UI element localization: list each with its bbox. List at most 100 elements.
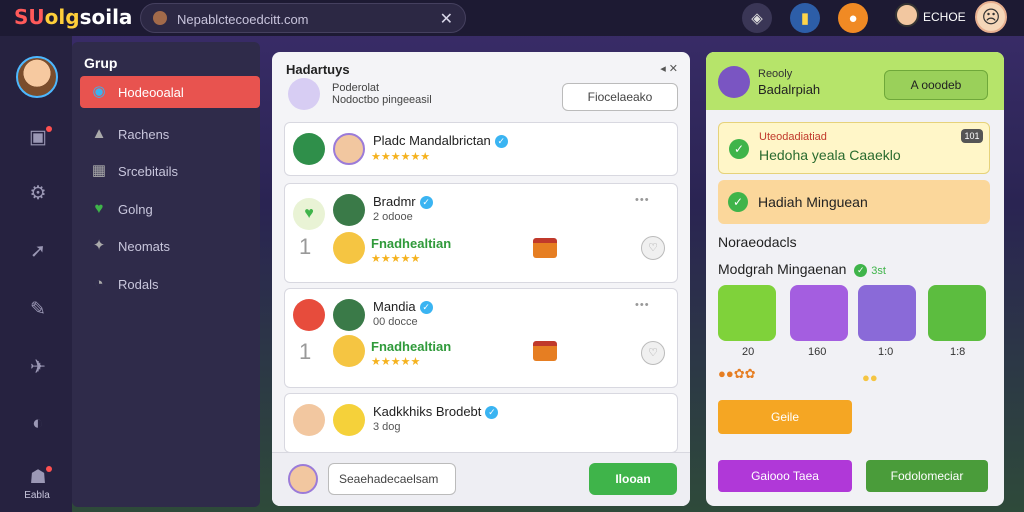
search-bar[interactable]: ✕ — [140, 3, 466, 33]
list-item[interactable]: Mandia ✓ 00 docce ••• 1 Fnadhealtian ★★★★… — [284, 288, 678, 388]
sidebar-item-srcebitails[interactable]: ▦ Srcebitails — [80, 155, 260, 187]
section-subtitle: Modgrah Mingaenan ✓ 3st — [718, 261, 886, 277]
gauge-icon: ◔ — [94, 275, 104, 292]
reward-tile[interactable] — [858, 285, 916, 341]
avatar — [333, 133, 365, 165]
panel-controls[interactable]: ◂ ✕ — [660, 62, 678, 75]
avatar — [333, 299, 365, 331]
globe-icon[interactable]: ◐ — [26, 412, 50, 436]
avatar — [293, 404, 325, 436]
send-button[interactable]: Ilooan — [589, 463, 677, 495]
group-panel: Hadartuys ◂ ✕ Poderolat Nodoctbo pingeea… — [272, 52, 690, 506]
satellite-icon[interactable]: ✈ — [26, 356, 50, 380]
avatar — [288, 78, 320, 110]
weekly-reward-card[interactable]: ✓ Hadiah Minguean — [718, 180, 990, 224]
claim-button[interactable]: Geile — [718, 400, 852, 434]
heart-icon: ♥ — [94, 200, 104, 217]
panel-subtitle: Poderolat — [332, 82, 380, 94]
sidebar-item-hodeooalal[interactable]: ◉ Hodeooalal — [80, 76, 260, 108]
panel-footer: Ilooan — [272, 452, 690, 506]
search-icon — [153, 11, 167, 25]
notification-dot — [46, 466, 52, 472]
group-title: Grup — [84, 55, 118, 71]
tile-label: 1:8 — [950, 346, 966, 358]
invite-button[interactable]: Gaiooo Taea — [718, 460, 852, 492]
rewards-header: Reooly Badalrpiah A ooodeb — [706, 52, 1004, 110]
triangle-icon: ▲ — [91, 125, 107, 142]
reward-title: Hadiah Minguean — [758, 194, 868, 210]
search-input[interactable] — [177, 9, 427, 29]
sidebar-item-rachens[interactable]: ▲ Rachens — [80, 118, 260, 150]
avatar — [288, 464, 318, 494]
username: ECHOE — [923, 10, 966, 24]
member-name: Kadkkhiks Brodebt ✓ — [373, 404, 499, 420]
bear-icon[interactable]: ● — [838, 3, 868, 33]
avatar — [718, 66, 750, 98]
rating-stars: ★★★★★ — [371, 253, 421, 265]
tile-label: 160 — [808, 346, 827, 358]
avatar — [333, 194, 365, 226]
daily-reward-card[interactable]: ✓ Uteodadiatiad Hedoha yeala Caaeklo 101 — [718, 122, 990, 174]
entry-name: Fnadhealtian — [371, 339, 452, 354]
verified-icon: ✓ — [419, 196, 433, 210]
sad-face-icon[interactable]: ☹ — [975, 1, 1007, 33]
verified-icon: ✓ — [485, 406, 499, 420]
member-name: Bradmr ✓ — [373, 194, 433, 210]
rewards-panel: Reooly Badalrpiah A ooodeb ✓ Uteodadiati… — [706, 52, 1004, 506]
more-icon[interactable]: ••• — [635, 299, 650, 311]
message-input[interactable] — [328, 463, 456, 495]
list-item[interactable]: Pladc Mandalbrictan ✓ ★★★★★★ — [284, 122, 678, 176]
avatar — [333, 232, 365, 264]
close-icon[interactable]: ✕ — [440, 9, 453, 29]
member-meta: 3 dog — [373, 421, 401, 433]
rating-stars: ★★★★★ — [371, 356, 421, 368]
grid-icon: ▦ — [91, 162, 107, 179]
reward-tile[interactable] — [718, 285, 776, 341]
avatar — [333, 404, 365, 436]
avatar[interactable] — [895, 3, 919, 27]
reward-title: Hedoha yeala Caaeklo — [759, 147, 901, 163]
header-subtitle: Reooly — [758, 68, 793, 80]
panel-title: Hadartuys — [286, 62, 350, 77]
check-icon: ✓ — [854, 263, 868, 277]
rating-stars: ★★★★★★ — [371, 151, 431, 163]
app-logo[interactable]: SUolgsoila — [14, 5, 132, 29]
like-icon[interactable]: ♡ — [641, 236, 665, 260]
reward-tile[interactable] — [790, 285, 848, 341]
shield-icon[interactable]: ◈ — [742, 3, 772, 33]
rank-icon: 1 — [299, 234, 312, 259]
chest-icon[interactable] — [533, 238, 557, 258]
share-icon[interactable]: ➚ — [26, 240, 50, 264]
header-action-button[interactable]: A ooodeb — [884, 70, 988, 100]
member-name: Mandia ✓ — [373, 299, 433, 315]
confirm-button[interactable]: Fodolomeciar — [866, 460, 988, 492]
more-icon[interactable]: ••• — [635, 194, 650, 206]
member-meta: 00 docce — [373, 316, 418, 328]
gear-icon[interactable]: ⚙ — [26, 182, 50, 206]
reward-subtitle: Uteodadiatiad — [759, 131, 827, 143]
tool-icon[interactable]: ✎ — [26, 298, 50, 322]
chest-icon[interactable] — [533, 341, 557, 361]
header-title: Badalrpiah — [758, 82, 821, 97]
avatar[interactable] — [16, 56, 58, 98]
like-icon[interactable]: ♡ — [641, 341, 665, 365]
tools-icon: ✦ — [92, 237, 106, 254]
sidebar-item-golng[interactable]: ♥ Golng — [80, 193, 260, 225]
member-meta: 2 odooe — [373, 211, 413, 223]
badge: 101 — [961, 129, 983, 143]
left-rail: ▣ ⚙ ➚ ✎ ✈ ◐ ☗ Eabla — [0, 36, 72, 512]
chat-icon: ◉ — [92, 83, 106, 100]
notification-dot — [46, 126, 52, 132]
list-item[interactable]: Kadkkhiks Brodebt ✓ 3 dog — [284, 393, 678, 453]
verified-icon: ✓ — [494, 135, 508, 149]
sidebar-item-neomats[interactable]: ✦ Neomats — [80, 230, 260, 262]
chart-icon[interactable]: ▮ — [790, 3, 820, 33]
panel-action-button[interactable]: Fiocelaeako — [562, 83, 678, 111]
rank-icon: 1 — [299, 339, 312, 364]
list-item[interactable]: ♥ Bradmr ✓ 2 odooe ••• 1 Fnadhealtian ★★★… — [284, 183, 678, 283]
panel-description: Nodoctbo pingeeasil — [332, 94, 432, 106]
reward-tile[interactable] — [928, 285, 986, 341]
avatar — [333, 335, 365, 367]
sidebar-item-rodals[interactable]: ◔ Rodals — [80, 268, 260, 300]
section-title: Noraeodacls — [718, 234, 797, 250]
